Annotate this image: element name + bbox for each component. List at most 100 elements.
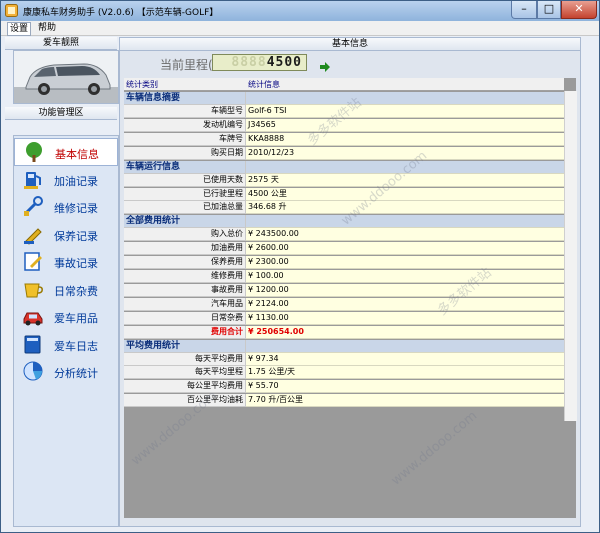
table-row[interactable]: 每公里平均费用 ¥ 55.70: [124, 380, 576, 394]
nav-item[interactable]: 爱车日志: [14, 331, 118, 357]
table-row[interactable]: 事故费用 ¥ 1200.00: [124, 283, 576, 297]
section-header: 平均费用统计: [124, 339, 576, 353]
table-row[interactable]: 每天平均里程 1.75 公里/天: [124, 366, 576, 380]
section-cell: [246, 92, 576, 105]
nav-item[interactable]: 日常杂费: [14, 276, 118, 302]
app-window: 康康私车财务助手 (V2.0.6) 【示范车辆-GOLF】 – □ ✕ 设置 帮…: [0, 0, 600, 533]
row-value: ¥ 250654.00: [246, 325, 576, 339]
app-icon: [5, 4, 18, 17]
row-label: 费用合计: [124, 325, 246, 339]
column-header-category: 统计类别: [124, 78, 246, 91]
nav-item[interactable]: 加油记录: [14, 166, 118, 192]
stats-grid: 统计类别 统计信息 车辆信息摘要车辆型号 Golf-6 TSI 发动机编号 J3456…: [124, 78, 577, 518]
nav-item[interactable]: 维修记录: [14, 193, 118, 219]
menu-settings[interactable]: 设置: [7, 22, 32, 36]
row-value: ¥ 243500.00: [246, 228, 576, 242]
nav-item[interactable]: 保养记录: [14, 221, 118, 247]
pie-chart-icon: [23, 361, 43, 381]
nav-item-label: 日常杂费: [54, 284, 98, 298]
row-value: 7.70 升/百公里: [246, 394, 576, 408]
table-row[interactable]: 日常杂费 ¥ 1130.00: [124, 311, 576, 325]
tree-icon: [26, 142, 42, 162]
row-value: Golf-6 TSI: [246, 105, 576, 118]
column-header-info: 统计信息: [246, 78, 564, 91]
title-bar[interactable]: 康康私车财务助手 (V2.0.6) 【示范车辆-GOLF】 – □ ✕: [1, 1, 599, 22]
row-value: 4500 公里: [246, 187, 576, 201]
nav-item[interactable]: 爱车用品: [14, 303, 118, 329]
nav-item[interactable]: 分析统计: [14, 358, 118, 384]
grid-scrollbar[interactable]: [564, 91, 577, 421]
wrench-icon: [24, 196, 43, 216]
go-arrow-icon[interactable]: [320, 62, 330, 72]
row-value: ¥ 1200.00: [246, 283, 576, 297]
table-row[interactable]: 费用合计 ¥ 250654.00: [124, 325, 576, 339]
row-label: 已加油总量: [124, 201, 246, 215]
row-label: 汽车用品: [124, 297, 246, 311]
function-header: 功能管理区: [5, 107, 117, 120]
function-nav: 基本信息加油记录维修记录保养记录 事故记录日常杂费爱车用品爱车日志分析统计: [13, 135, 119, 527]
section-title: 全部费用统计: [126, 216, 181, 227]
odometer-value: 4500: [266, 55, 302, 70]
window-title: 康康私车财务助手 (V2.0.6) 【示范车辆-GOLF】: [23, 8, 219, 18]
table-row[interactable]: 汽车用品 ¥ 2124.00: [124, 297, 576, 311]
section-title: 车辆信息摘要: [126, 93, 181, 103]
edit-icon: [24, 252, 42, 271]
row-label: 已使用天数: [124, 173, 246, 187]
car-icon: [23, 312, 43, 326]
nav-item-label: 分析统计: [54, 367, 98, 380]
minimize-button[interactable]: –: [511, 1, 537, 19]
odometer-display[interactable]: 88884500: [212, 54, 307, 71]
table-row[interactable]: 维修费用 ¥ 100.00: [124, 270, 576, 283]
odometer-ghost-digits: 8888: [231, 55, 267, 70]
row-label: 百公里平均油耗: [124, 394, 246, 408]
close-button[interactable]: ✕: [561, 1, 597, 19]
row-label: 每天平均里程: [124, 366, 246, 380]
row-label: 事故费用: [124, 283, 246, 297]
row-value: KKA8888: [246, 132, 576, 146]
row-value: ¥ 97.34: [246, 352, 576, 366]
row-label: 保养费用: [124, 256, 246, 270]
nav-item-label: 爱车日志: [54, 339, 98, 353]
row-value: ¥ 2124.00: [246, 297, 576, 311]
table-row[interactable]: 车牌号 KKA8888: [124, 132, 576, 146]
table-row[interactable]: 发动机编号 J34565: [124, 118, 576, 132]
table-row[interactable]: 购入总价 ¥ 243500.00: [124, 228, 576, 242]
row-label: 车辆型号: [124, 105, 246, 118]
section-title: 平均费用统计: [126, 340, 181, 351]
fuel-pump-icon: [24, 171, 41, 189]
menu-help[interactable]: 帮助: [36, 22, 58, 34]
row-label: 车牌号: [124, 132, 246, 146]
maximize-button[interactable]: □: [537, 1, 561, 19]
table-row[interactable]: 已使用天数 2575 天: [124, 173, 576, 187]
main-header: 基本信息: [120, 38, 580, 51]
book-icon: [24, 335, 41, 353]
row-value: 346.68 升: [246, 201, 576, 215]
table-row[interactable]: 保养费用 ¥ 2300.00: [124, 256, 576, 270]
nav-item-label: 维修记录: [54, 202, 98, 215]
section-header: 车辆运行信息: [124, 160, 576, 174]
section-cell: [246, 215, 576, 229]
nav-item[interactable]: 基本信息: [14, 138, 118, 166]
row-value: ¥ 2600.00: [246, 242, 576, 256]
row-value: J34565: [246, 118, 576, 132]
nav-item-label: 基本信息: [55, 148, 99, 161]
nav-item[interactable]: 事故记录: [14, 248, 118, 274]
table-row[interactable]: 已行驶里程 4500 公里: [124, 187, 576, 201]
table-row[interactable]: 每天平均费用 ¥ 97.34: [124, 352, 576, 366]
row-label: 已行驶里程: [124, 187, 246, 201]
row-label: 日常杂费: [124, 311, 246, 325]
section-title: 车辆运行信息: [126, 161, 181, 172]
table-row[interactable]: 加油费用 ¥ 2600.00: [124, 242, 576, 256]
table-row[interactable]: 购买日期 2010/12/23: [124, 146, 576, 160]
row-label: 加油费用: [124, 242, 246, 256]
nav-item-label: 加油记录: [54, 174, 98, 188]
menu-bar: 设置 帮助: [1, 21, 599, 36]
pencil-icon: [24, 227, 42, 245]
photo-header: 爱车靓照: [5, 37, 117, 50]
row-label: 维修费用: [124, 270, 246, 283]
car-photo[interactable]: [13, 50, 119, 104]
row-value: ¥ 55.70: [246, 380, 576, 394]
row-value: ¥ 100.00: [246, 270, 576, 283]
row-label: 发动机编号: [124, 118, 246, 132]
row-label: 每公里平均费用: [124, 380, 246, 394]
